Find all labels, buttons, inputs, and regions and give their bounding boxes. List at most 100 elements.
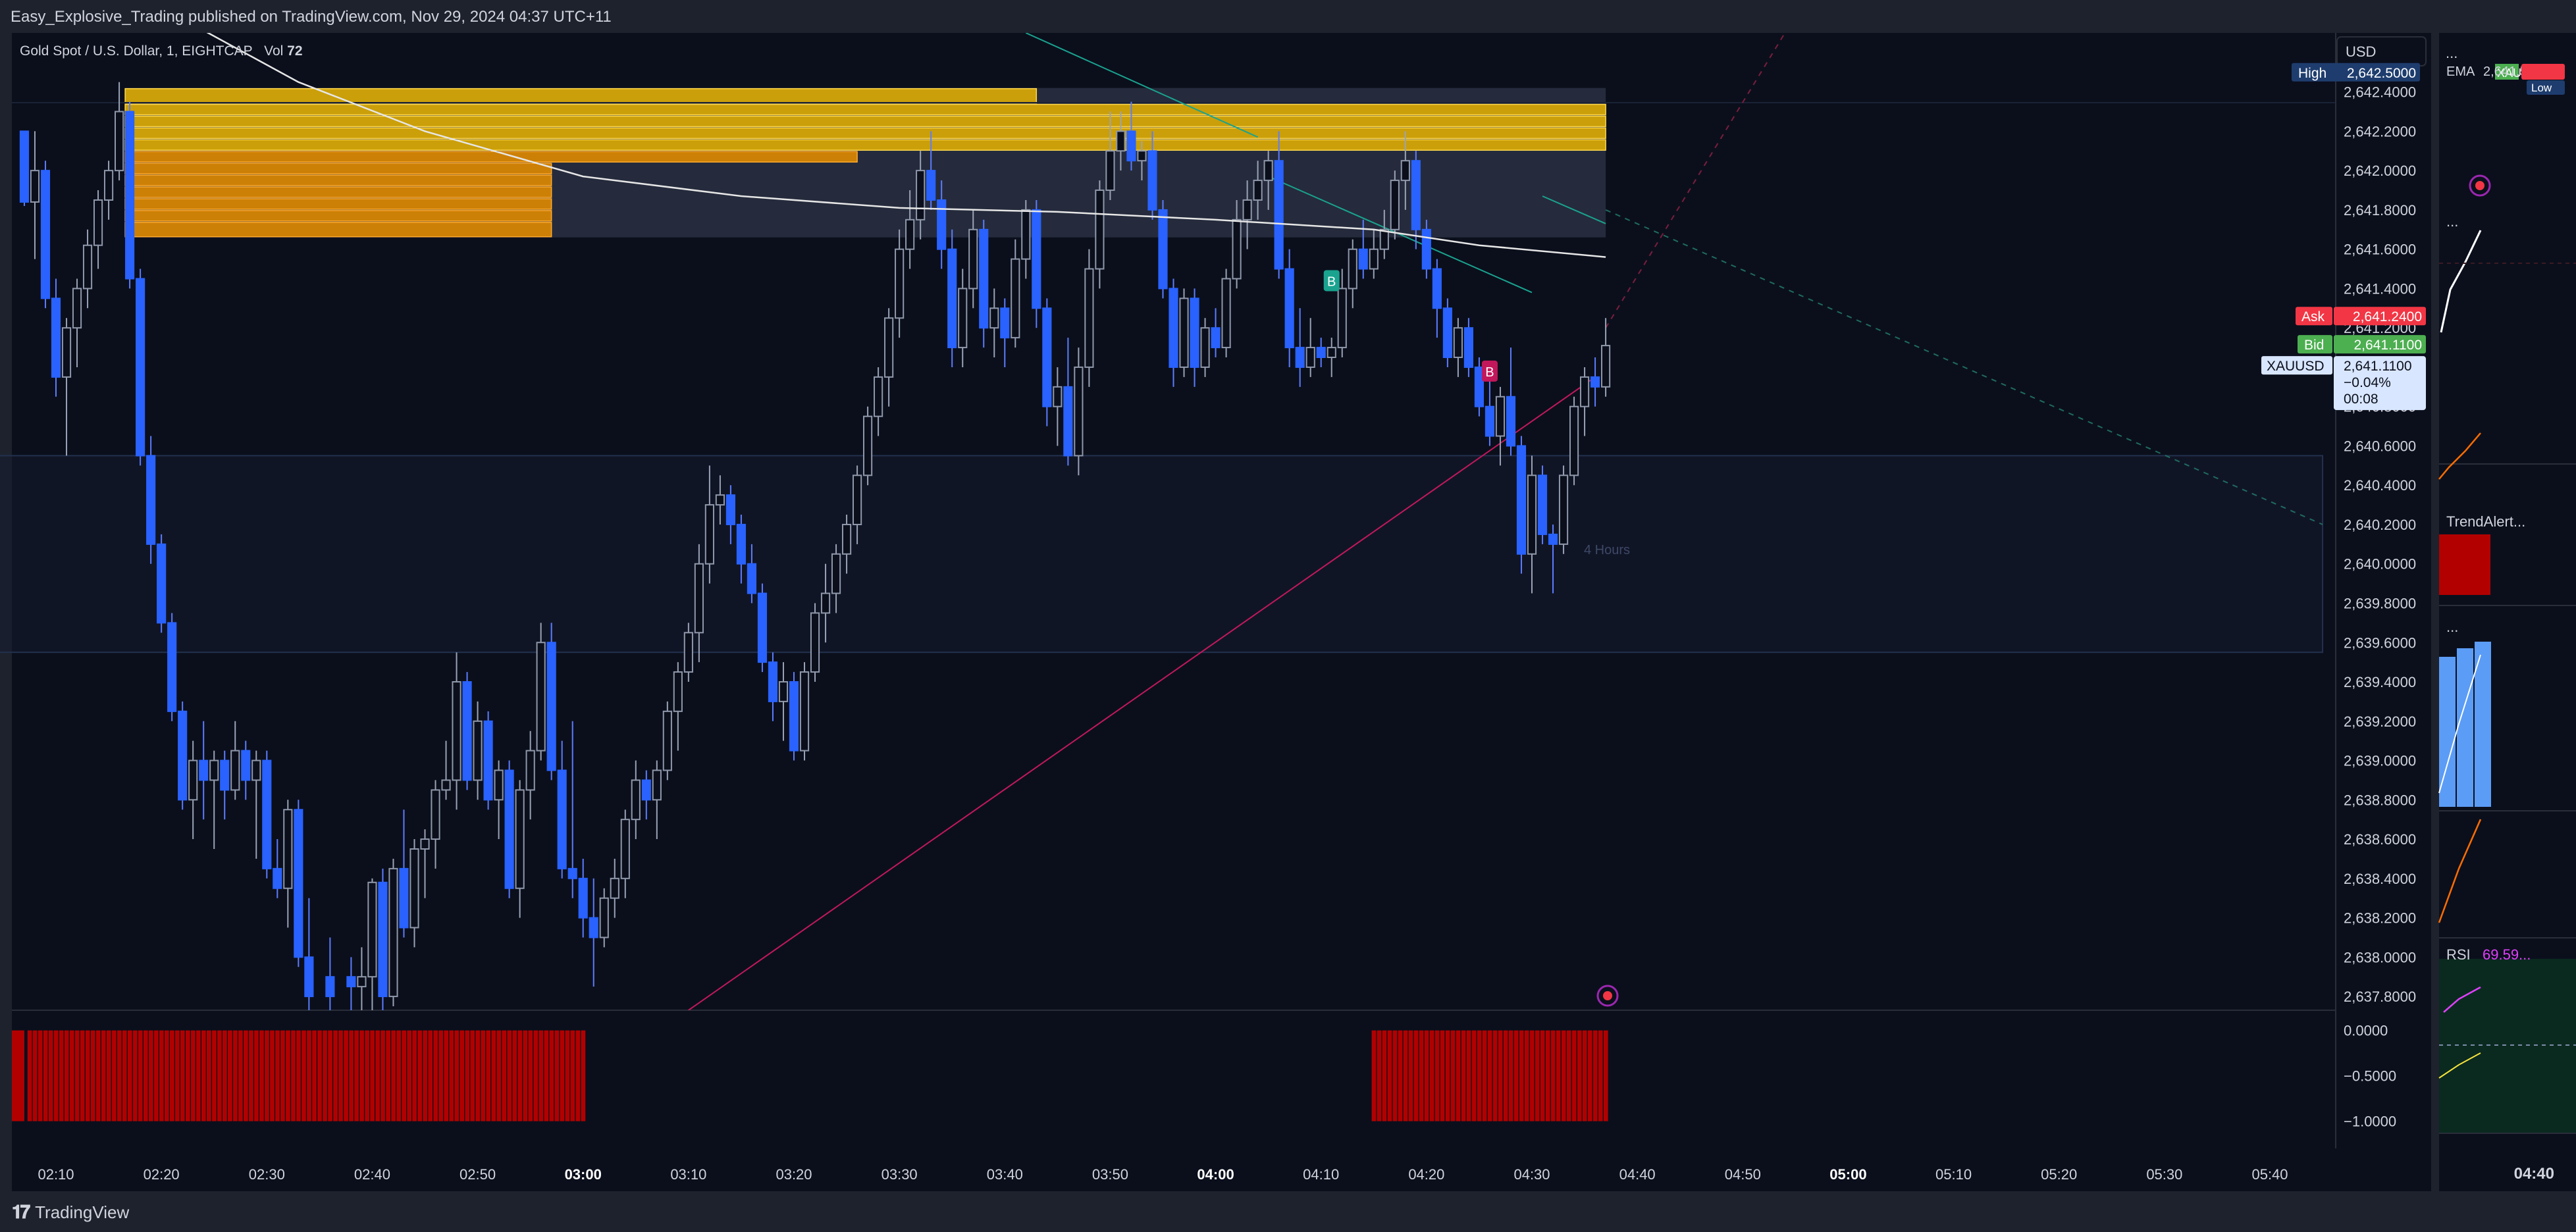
histogram-bar	[27, 1030, 32, 1121]
histogram-bar	[581, 1030, 586, 1121]
currency-selector[interactable]: USD	[2336, 36, 2427, 66]
histogram-bar	[1445, 1030, 1450, 1121]
candle	[789, 672, 799, 761]
candle	[525, 731, 535, 820]
oscillator-tick: −1.0000	[2344, 1114, 2396, 1130]
candle	[778, 662, 789, 741]
histogram-bar	[69, 1030, 74, 1121]
candle	[40, 161, 51, 309]
price-tick: 2,640.6000	[2344, 438, 2416, 454]
histogram-bar	[286, 1030, 290, 1121]
candle	[136, 269, 145, 466]
volume-profile-row	[124, 115, 1606, 128]
price-tick: 2,638.6000	[2344, 831, 2416, 848]
histogram-bar	[190, 1030, 196, 1121]
candle	[810, 603, 820, 682]
histogram-bar	[185, 1030, 190, 1121]
volume-profile-row	[124, 151, 858, 163]
buy-signal-marker: B	[1481, 360, 1498, 382]
histogram-bar	[423, 1030, 428, 1121]
histogram-bar	[64, 1030, 69, 1121]
candle	[388, 858, 398, 1007]
candle	[504, 760, 514, 898]
histogram-bar	[138, 1030, 143, 1121]
time-tick: 02:50	[460, 1166, 496, 1183]
histogram-bar	[254, 1030, 259, 1121]
histogram-bar	[507, 1030, 512, 1121]
volume-profile-row	[124, 198, 552, 210]
candle	[357, 947, 367, 1010]
high-badge: High 2,642.5000	[2292, 63, 2420, 82]
histogram-bar	[244, 1030, 248, 1121]
svg-text:High: High	[2298, 66, 2326, 81]
price-axis[interactable]: 2,642.60002,642.40002,642.20002,642.0000…	[2344, 45, 2416, 1005]
histogram-bar	[528, 1030, 533, 1121]
trend-alert-label: TrendAlert...	[2446, 513, 2525, 530]
candle	[641, 770, 651, 820]
histogram-bar	[575, 1030, 581, 1121]
time-tick: 02:30	[249, 1166, 285, 1183]
buy-signal-marker: B	[1323, 270, 1340, 292]
histogram-bar	[1598, 1030, 1603, 1121]
histogram-bar	[1419, 1030, 1424, 1121]
histogram-bar	[344, 1030, 348, 1121]
candle	[546, 623, 556, 781]
histogram-bar	[180, 1030, 185, 1121]
histogram-bar	[212, 1030, 217, 1121]
histogram-bar	[381, 1030, 385, 1121]
histogram-bar	[80, 1030, 85, 1121]
candle	[178, 701, 188, 810]
candle	[979, 219, 989, 348]
candle	[1590, 357, 1600, 407]
candle	[103, 161, 114, 220]
histogram-bar	[1582, 1030, 1587, 1121]
candle	[283, 800, 293, 928]
price-chart[interactable]: 4 Hours BB 2,642.60002,642.40002,642.200…	[0, 0, 2576, 1232]
alert-bolt-icon[interactable]	[1596, 985, 1619, 1007]
histogram-bar	[454, 1030, 460, 1121]
histogram-bar	[307, 1030, 311, 1121]
time-axis[interactable]: 02:10 02:20 02:30 02:40 02:50 03:00 03:10 03:20…	[38, 1166, 2288, 1183]
time-tick: 03:00	[565, 1166, 602, 1183]
alert-bolt-icon[interactable]	[2469, 174, 2491, 197]
time-readout: 04:40	[2514, 1165, 2554, 1183]
candle	[483, 711, 493, 810]
candle	[662, 701, 672, 781]
candle	[294, 800, 303, 967]
footer-bar	[0, 1193, 2576, 1232]
time-tick: 04:40	[1619, 1166, 1656, 1183]
candle	[1442, 298, 1452, 367]
oscillator-axis[interactable]: 0.0000 −0.5000 −1.0000	[2344, 1023, 2396, 1130]
candle	[599, 888, 609, 948]
ask-badge: Ask 2,641.2400	[2296, 307, 2426, 326]
candle	[610, 858, 619, 918]
histogram-bar	[1387, 1030, 1392, 1121]
histogram-bar	[1408, 1030, 1413, 1121]
candle	[557, 740, 567, 879]
histogram-bar	[1503, 1030, 1508, 1121]
histogram-bar	[1434, 1030, 1440, 1121]
time-tick: 04:10	[1303, 1166, 1339, 1183]
histogram-bar	[565, 1030, 570, 1121]
histogram-bar	[470, 1030, 475, 1121]
svg-text:−0.04%: −0.04%	[2344, 375, 2391, 390]
tradingview-logo-icon: 𝟏𝟕	[12, 1202, 30, 1222]
histogram-bar	[1561, 1030, 1566, 1121]
candle	[1495, 386, 1506, 466]
candle	[441, 740, 451, 800]
histogram-bar	[153, 1030, 159, 1121]
histogram-bar	[386, 1030, 390, 1121]
candle	[115, 82, 124, 181]
svg-text:...: ...	[2446, 619, 2458, 635]
histogram-bar	[1535, 1030, 1540, 1121]
histogram-bar	[465, 1030, 470, 1121]
histogram-bar	[1498, 1030, 1503, 1121]
brand[interactable]: 𝟏𝟕 TradingView	[12, 1202, 129, 1223]
candle	[409, 839, 419, 948]
time-tick: 03:20	[775, 1166, 812, 1183]
price-tick: 2,639.6000	[2344, 634, 2416, 651]
candle	[1063, 338, 1073, 466]
histogram-bar	[280, 1030, 285, 1121]
histogram-bar	[486, 1030, 491, 1121]
histogram-bar	[539, 1030, 544, 1121]
